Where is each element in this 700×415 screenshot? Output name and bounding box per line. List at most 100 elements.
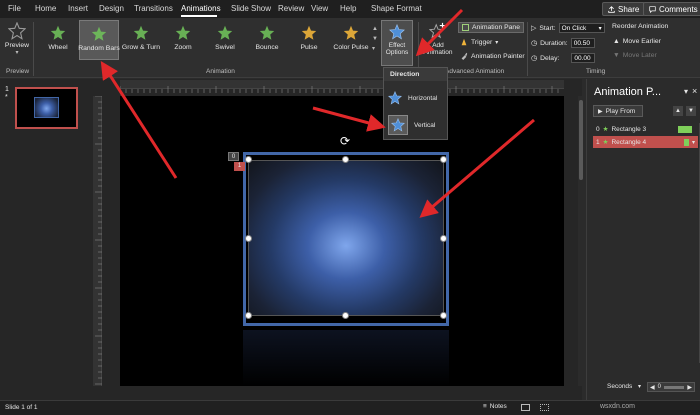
move-later-button[interactable]: ▼ Move Later bbox=[613, 52, 657, 59]
preview-star-icon bbox=[8, 22, 26, 40]
animation-list-item[interactable]: 1 ★ Rectangle 4 ▾ bbox=[593, 136, 698, 148]
resize-handle-top-right[interactable] bbox=[440, 156, 447, 163]
play-from-button[interactable]: ▶ Play From bbox=[593, 105, 643, 117]
resize-handle-bottom-left[interactable] bbox=[245, 312, 252, 319]
slide-sorter-icon[interactable] bbox=[540, 404, 549, 411]
active-tab-indicator bbox=[181, 15, 217, 17]
animation-badge-0: 0 bbox=[228, 152, 239, 161]
rotate-handle-icon[interactable]: ⟳ bbox=[340, 134, 350, 148]
tab-transitions[interactable]: Transitions bbox=[134, 4, 173, 13]
vertical-scrollbar[interactable] bbox=[578, 96, 584, 386]
gallery-item-pulse[interactable]: Pulse bbox=[289, 20, 329, 60]
tab-file[interactable]: File bbox=[8, 4, 21, 13]
delay-label: Delay: bbox=[540, 54, 560, 62]
play-icon: ▶ bbox=[598, 108, 603, 115]
animation-star-icon bbox=[259, 25, 275, 40]
gallery-item-swivel[interactable]: Swivel bbox=[205, 20, 245, 60]
slide-number: 1 bbox=[5, 86, 9, 93]
reorder-animation-label: Reorder Animation bbox=[612, 23, 669, 30]
gallery-item-wheel[interactable]: Wheel bbox=[38, 20, 78, 60]
watermark: wsxdn.com bbox=[600, 403, 636, 410]
effect-options-button[interactable]: Effect Options bbox=[381, 20, 413, 66]
tab-slide-show[interactable]: Slide Show bbox=[231, 4, 271, 13]
play-from-label: Play From bbox=[605, 107, 636, 115]
painter-brush-icon bbox=[461, 52, 468, 60]
animation-star-icon bbox=[91, 26, 107, 41]
delay-value: 00.00 bbox=[574, 54, 591, 62]
duration-value: 00.50 bbox=[573, 39, 590, 47]
preview-button[interactable]: Preview ▾ bbox=[4, 22, 30, 64]
group-label-advanced-animation: Advanced Animation bbox=[445, 68, 505, 75]
gallery-item-label: Pulse bbox=[300, 44, 318, 51]
resize-handle-right[interactable] bbox=[440, 235, 447, 242]
notes-button[interactable]: ≡ Notes bbox=[483, 403, 507, 410]
animation-pane-title: Animation P... bbox=[594, 86, 662, 98]
seconds-label: Seconds bbox=[607, 383, 633, 390]
direction-option-vertical[interactable]: Vertical bbox=[388, 114, 444, 136]
start-select[interactable]: On Click ▾ bbox=[558, 23, 605, 33]
gallery-item-grow-turn[interactable]: Grow & Turn bbox=[121, 20, 161, 60]
trigger-button[interactable]: Trigger ▾ bbox=[460, 38, 498, 46]
comments-button[interactable]: Comments bbox=[643, 2, 700, 16]
move-down-icon[interactable]: ▼ bbox=[686, 106, 696, 116]
resize-handle-bottom[interactable] bbox=[342, 312, 349, 319]
group-label-timing: Timing bbox=[586, 68, 606, 75]
resize-handle-left[interactable] bbox=[245, 235, 252, 242]
add-animation-button[interactable]: Add Animation bbox=[420, 22, 456, 66]
tab-home[interactable]: Home bbox=[35, 4, 56, 13]
ribbon: Preview ▾ Preview Wheel Random Bars Grow &… bbox=[0, 18, 700, 78]
add-animation-label-1: Add bbox=[432, 42, 444, 49]
resize-handle-top-left[interactable] bbox=[245, 156, 252, 163]
vertical-star-icon bbox=[391, 118, 405, 132]
delay-input[interactable]: 00.00 bbox=[571, 53, 596, 63]
normal-view-icon[interactable] bbox=[521, 404, 530, 411]
delay-row: ◷ Delay: 00.00 bbox=[531, 53, 596, 63]
dropdown-direction-title: Direction bbox=[384, 68, 447, 81]
item-name: Rectangle 4 bbox=[611, 138, 647, 146]
resize-handle-bottom-right[interactable] bbox=[440, 312, 447, 319]
animation-painter-button[interactable]: Animation Painter bbox=[460, 52, 525, 60]
seconds-chevron-icon[interactable]: ▾ bbox=[638, 383, 641, 390]
powerpoint-window: File Home Insert Design Transitions Anim… bbox=[0, 0, 700, 415]
preview-label: Preview bbox=[4, 42, 30, 49]
gallery-item-bounce[interactable]: Bounce bbox=[247, 20, 287, 60]
gallery-item-zoom[interactable]: Zoom bbox=[163, 20, 203, 60]
gallery-scroll-icon[interactable]: ▲ ▼ ▾ bbox=[372, 24, 378, 54]
rectangle-shape[interactable] bbox=[248, 160, 444, 316]
notes-icon: ≡ bbox=[483, 403, 487, 410]
start-row: ▷ Start: On Click ▾ bbox=[531, 23, 605, 33]
slide-thumbnail[interactable] bbox=[15, 87, 78, 129]
animation-list-item[interactable]: 0 ★ Rectangle 3 bbox=[593, 123, 698, 135]
animation-pane-button[interactable]: Animation Pane bbox=[458, 22, 524, 33]
tab-shape-format[interactable]: Shape Format bbox=[371, 4, 422, 13]
tab-review[interactable]: Review bbox=[278, 4, 304, 13]
status-bar: Slide 1 of 1 ≡ Notes wsxdn.com bbox=[0, 400, 700, 415]
tab-design[interactable]: Design bbox=[99, 4, 124, 13]
tab-animations[interactable]: Animations bbox=[181, 4, 221, 13]
item-order: 0 bbox=[596, 125, 600, 133]
direction-option-horizontal[interactable]: Horizontal bbox=[388, 87, 444, 109]
start-value: On Click bbox=[561, 24, 587, 32]
move-up-icon[interactable]: ▲ bbox=[673, 106, 683, 116]
animation-star-icon bbox=[217, 25, 233, 40]
item-chevron-icon[interactable]: ▾ bbox=[692, 139, 695, 146]
timeline-scale[interactable]: ◀ 0 ▶ bbox=[647, 382, 695, 392]
arrow-up-icon: ▲ bbox=[613, 38, 620, 45]
effect-options-label-1: Effect bbox=[388, 42, 406, 49]
gallery-item-color-pulse[interactable]: Color Pulse bbox=[331, 20, 371, 60]
close-pane-icon[interactable]: × bbox=[692, 86, 697, 96]
pane-options-chevron-icon[interactable]: ▾ bbox=[684, 87, 688, 96]
tab-insert[interactable]: Insert bbox=[68, 4, 88, 13]
share-button[interactable]: Share bbox=[602, 2, 646, 16]
gallery-item-label: Zoom bbox=[174, 44, 192, 51]
gallery-item-random-bars[interactable]: Random Bars bbox=[78, 20, 120, 60]
timeline-start-value: 0 bbox=[657, 384, 661, 390]
group-label-preview: Preview bbox=[6, 68, 30, 75]
tab-view[interactable]: View bbox=[311, 4, 328, 13]
resize-handle-top[interactable] bbox=[342, 156, 349, 163]
arrow-down-icon: ▼ bbox=[613, 52, 620, 59]
duration-input[interactable]: 00.50 bbox=[570, 38, 595, 48]
scrollbar-thumb[interactable] bbox=[579, 100, 583, 180]
tab-help[interactable]: Help bbox=[340, 4, 356, 13]
move-earlier-button[interactable]: ▲ Move Earlier bbox=[613, 38, 661, 45]
